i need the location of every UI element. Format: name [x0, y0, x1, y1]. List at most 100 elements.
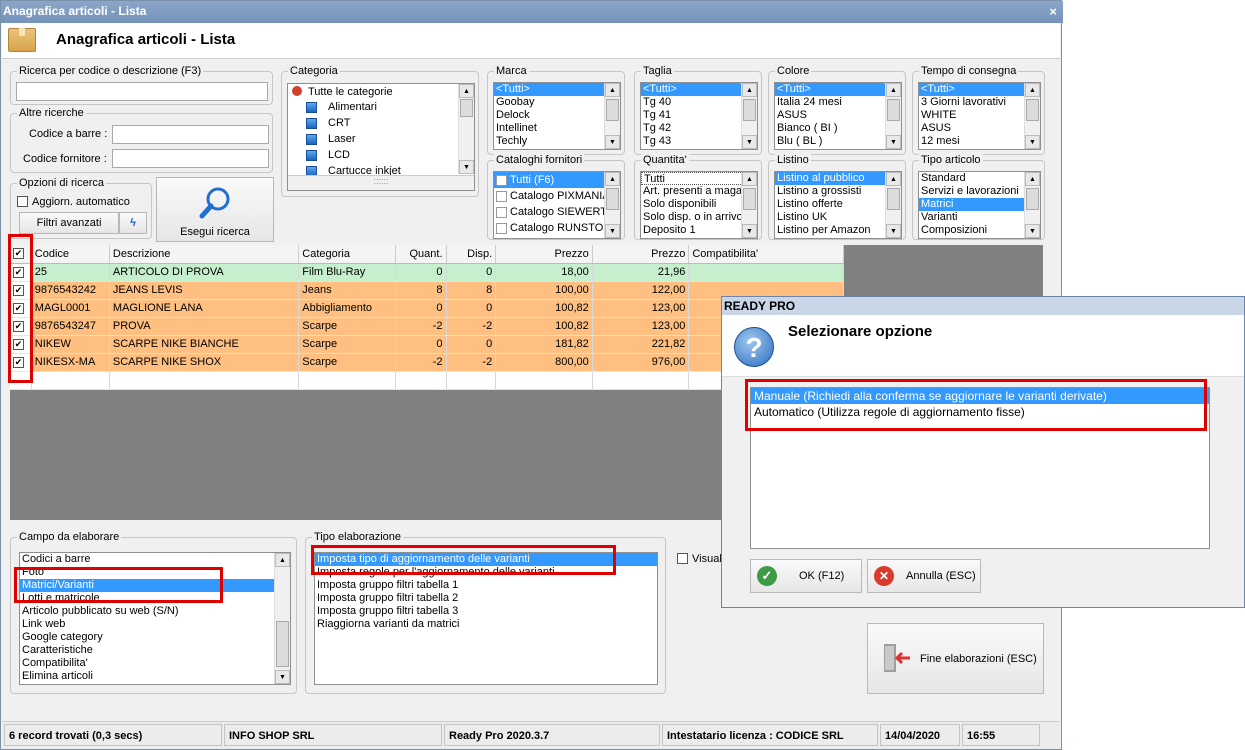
- listino-item[interactable]: Listino per Amazon: [775, 224, 901, 237]
- marca-item[interactable]: Intellinet: [494, 122, 620, 135]
- marca-item[interactable]: <Tutti>: [494, 83, 620, 96]
- quantita-scrollbar[interactable]: ▲ ▼: [741, 172, 757, 238]
- tipo-item[interactable]: Composizioni: [919, 224, 1040, 237]
- taglia-item[interactable]: <Tutti>: [641, 83, 757, 96]
- column-header[interactable]: Prezzo: [592, 245, 690, 264]
- catalog-checkbox[interactable]: [496, 206, 507, 218]
- tempo-item[interactable]: ASUS: [919, 122, 1040, 135]
- tempo-item[interactable]: 12 mesi: [919, 135, 1040, 148]
- colore-item[interactable]: Italia 24 mesi: [775, 96, 901, 109]
- ok-button[interactable]: ✓ OK (F12): [750, 559, 862, 593]
- colore-item[interactable]: Bianco ( BI ): [775, 122, 901, 135]
- table-row[interactable]: ✔ 9876543242 JEANS LEVIS Jeans 8 8 100,00 122,0…: [10, 281, 844, 300]
- cataloghi-item[interactable]: Tutti (F6): [494, 172, 620, 188]
- supplier-code-input[interactable]: [112, 149, 269, 168]
- field-item[interactable]: Link web: [20, 618, 290, 631]
- quantita-item[interactable]: Tutti: [641, 172, 757, 185]
- field-scrollbar[interactable]: ▲ ▼: [274, 553, 290, 684]
- table-row[interactable]: ✔ MAGL0001 MAGLIONE LANA Abbigliamento 0 0 100…: [10, 299, 844, 318]
- tempo-list[interactable]: <Tutti> 3 Giorni lavorativi WHITE ASUS 12 me…: [918, 82, 1041, 150]
- marca-item[interactable]: Delock: [494, 109, 620, 122]
- category-tree[interactable]: Tutte le categorie Alimentari CRT Laser LCD…: [287, 83, 475, 191]
- tempo-scrollbar[interactable]: ▲ ▼: [1024, 83, 1040, 149]
- cataloghi-list[interactable]: Tutti (F6) Catalogo PIXMANIA Catalogo SIEW…: [493, 171, 621, 239]
- listino-list[interactable]: Listino al pubblico Listino a grossisti Li…: [774, 171, 902, 239]
- listino-scrollbar[interactable]: ▲ ▼: [885, 172, 901, 238]
- catalog-checkbox[interactable]: [496, 174, 507, 186]
- taglia-item[interactable]: Tg 42: [641, 122, 757, 135]
- category-item[interactable]: Alimentari: [328, 101, 377, 113]
- column-header[interactable]: Categoria: [298, 245, 396, 264]
- listino-item[interactable]: Listino a grossisti: [775, 185, 901, 198]
- table-row[interactable]: ✔ NIKESX-MA SCARPE NIKE SHOX Scarpe -2 -2 800,…: [10, 353, 844, 372]
- colore-item[interactable]: <Tutti>: [775, 83, 901, 96]
- category-item[interactable]: Laser: [328, 133, 356, 145]
- listino-item[interactable]: Listino UK: [775, 211, 901, 224]
- column-header[interactable]: Quant.: [395, 245, 447, 264]
- field-item[interactable]: Caratteristiche: [20, 644, 290, 657]
- colore-list[interactable]: <Tutti> Italia 24 mesi ASUS Bianco ( BI ) Bl…: [774, 82, 902, 150]
- processing-type-item[interactable]: Imposta gruppo filtri tabella 1: [315, 579, 657, 592]
- quantita-list[interactable]: Tutti Art. presenti a magazzino Solo dispo…: [640, 171, 758, 239]
- marca-item[interactable]: Techly: [494, 135, 620, 148]
- quantita-item[interactable]: Deposito 1: [641, 224, 757, 237]
- barcode-input[interactable]: [112, 125, 269, 144]
- category-scrollbar[interactable]: ▲ ▼: [458, 84, 474, 174]
- listino-item[interactable]: Listino al pubblico: [775, 172, 901, 185]
- taglia-item[interactable]: Tg 41: [641, 109, 757, 122]
- table-row[interactable]: ✔ 9876543247 PROVA Scarpe -2 -2 100,82 123,00: [10, 317, 844, 336]
- category-item[interactable]: LCD: [328, 149, 350, 161]
- tempo-item[interactable]: <Tutti>: [919, 83, 1040, 96]
- cataloghi-item[interactable]: Catalogo RUNSTORE: [494, 220, 620, 236]
- category-item[interactable]: CRT: [328, 117, 350, 129]
- column-header[interactable]: Disp.: [446, 245, 497, 264]
- search-input[interactable]: [16, 82, 268, 101]
- cancel-button[interactable]: ✕ Annulla (ESC): [867, 559, 981, 593]
- processing-type-item[interactable]: Imposta gruppo filtri tabella 2: [315, 592, 657, 605]
- bolt-icon[interactable]: ϟ: [119, 212, 147, 234]
- tempo-item[interactable]: 3 Giorni lavorativi: [919, 96, 1040, 109]
- tipo-item[interactable]: Servizi e lavorazioni: [919, 185, 1040, 198]
- visual-checkbox[interactable]: [677, 553, 688, 564]
- processing-type-item[interactable]: Imposta gruppo filtri tabella 3: [315, 605, 657, 618]
- marca-list[interactable]: <Tutti> Goobay Delock Intellinet Techly ▲ ▼: [493, 82, 621, 150]
- close-icon[interactable]: ×: [1049, 4, 1057, 19]
- column-header[interactable]: Codice: [31, 245, 110, 264]
- cataloghi-scrollbar[interactable]: ▲ ▼: [604, 172, 620, 238]
- taglia-list[interactable]: <Tutti> Tg 40 Tg 41 Tg 42 Tg 43 ▲ ▼: [640, 82, 758, 150]
- field-item[interactable]: Google category: [20, 631, 290, 644]
- tipo-item[interactable]: Matrici: [919, 198, 1040, 211]
- category-root[interactable]: Tutte le categorie: [308, 86, 393, 98]
- cataloghi-item[interactable]: Catalogo PIXMANIA: [494, 188, 620, 204]
- field-item[interactable]: Codici a barre: [20, 553, 290, 566]
- quantita-item[interactable]: Solo disp. o in arrivo: [641, 211, 757, 224]
- quantita-item[interactable]: Art. presenti a magazzino: [641, 185, 757, 198]
- catalog-checkbox[interactable]: [496, 222, 507, 234]
- taglia-item[interactable]: Tg 43: [641, 135, 757, 148]
- cataloghi-item[interactable]: Catalogo SIEWERT: [494, 204, 620, 220]
- marca-scrollbar[interactable]: ▲ ▼: [604, 83, 620, 149]
- colore-scrollbar[interactable]: ▲ ▼: [885, 83, 901, 149]
- tipo-item[interactable]: Standard: [919, 172, 1040, 185]
- tipo-scrollbar[interactable]: ▲ ▼: [1024, 172, 1040, 238]
- column-header[interactable]: Prezzo: [495, 245, 593, 264]
- category-hscrollbar[interactable]: ::::::: [288, 175, 474, 190]
- advanced-filters-button[interactable]: Filtri avanzati: [19, 212, 119, 234]
- auto-update-checkbox[interactable]: [17, 196, 28, 207]
- quantita-item[interactable]: Solo disponibili: [641, 198, 757, 211]
- end-processing-button[interactable]: Fine elaborazioni (ESC): [867, 623, 1044, 694]
- colore-item[interactable]: Blu ( BL ): [775, 135, 901, 148]
- taglia-scrollbar[interactable]: ▲ ▼: [741, 83, 757, 149]
- catalog-checkbox[interactable]: [496, 190, 507, 202]
- taglia-item[interactable]: Tg 40: [641, 96, 757, 109]
- listino-item[interactable]: Listino offerte: [775, 198, 901, 211]
- marca-item[interactable]: Goobay: [494, 96, 620, 109]
- field-item[interactable]: Elimina articoli: [20, 670, 290, 683]
- colore-item[interactable]: ASUS: [775, 109, 901, 122]
- column-header[interactable]: Descrizione: [109, 245, 300, 264]
- run-search-button[interactable]: Esegui ricerca: [156, 177, 274, 242]
- field-item[interactable]: Articolo pubblicato su web (S/N): [20, 605, 290, 618]
- tipo-item[interactable]: Varianti: [919, 211, 1040, 224]
- field-item[interactable]: Compatibilita': [20, 657, 290, 670]
- tipo-list[interactable]: Standard Servizi e lavorazioni Matrici Vari…: [918, 171, 1041, 239]
